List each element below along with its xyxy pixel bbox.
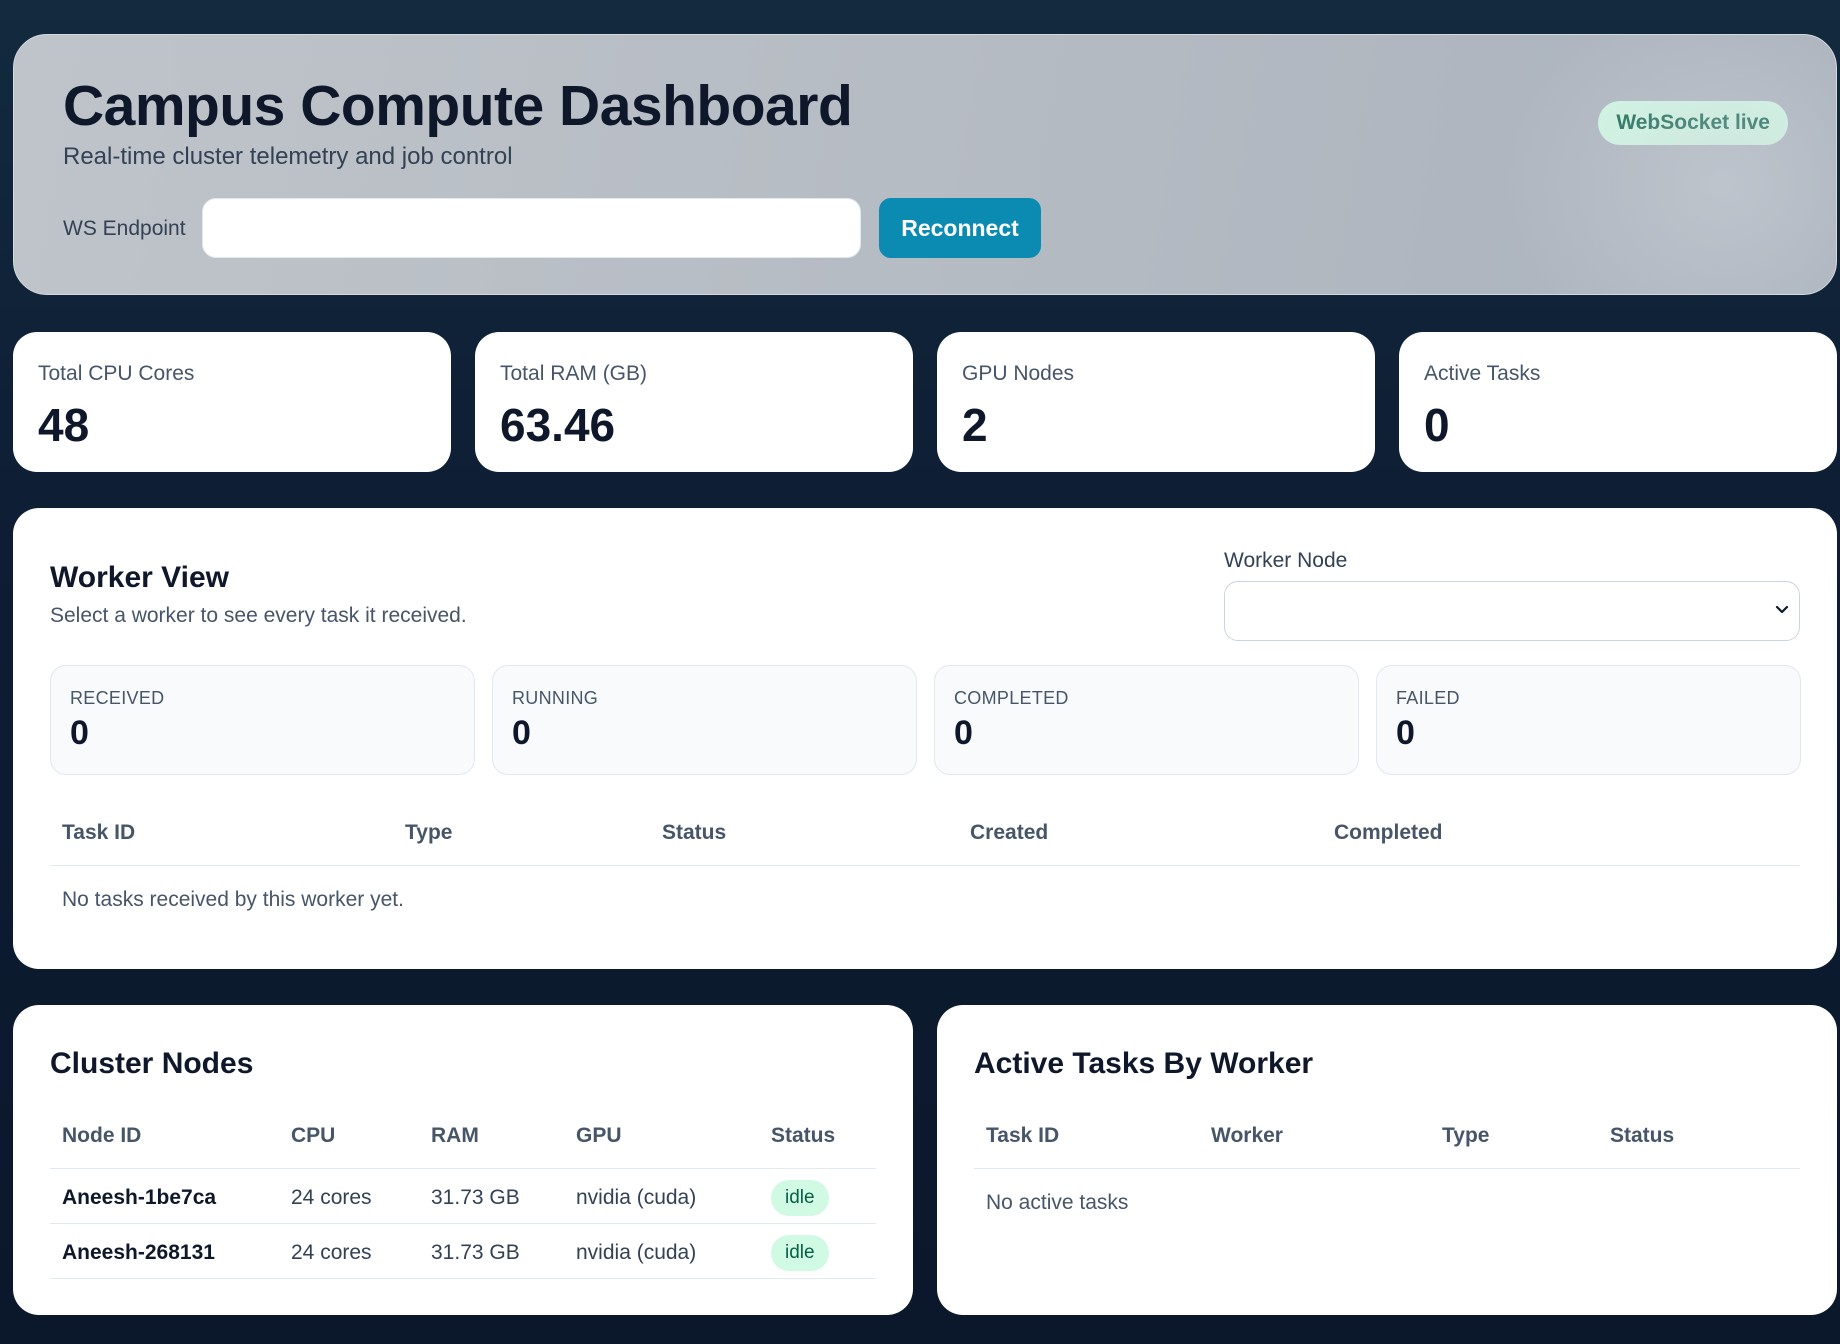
column-header-status: Status (771, 1124, 836, 1147)
table-divider (50, 865, 1800, 866)
worker-view-title: Worker View (50, 561, 229, 594)
counter-received: RECEIVED 0 (50, 665, 475, 775)
websocket-status-badge: WebSocket live (1598, 101, 1788, 145)
stat-card-ram: Total RAM (GB) 63.46 (475, 332, 913, 472)
stat-value: 0 (1424, 399, 1450, 451)
ws-endpoint-label: WS Endpoint (63, 217, 186, 240)
column-header-task-id: Task ID (986, 1124, 1060, 1147)
page-title: Campus Compute Dashboard (63, 74, 853, 138)
cpu-cell: 24 cores (291, 1241, 372, 1264)
counter-value: 0 (70, 714, 89, 752)
stat-card-active-tasks: Active Tasks 0 (1399, 332, 1837, 472)
column-header-type: Type (1442, 1124, 1490, 1147)
stat-card-cpu: Total CPU Cores 48 (13, 332, 451, 472)
column-header-status: Status (662, 821, 727, 844)
stat-card-gpu: GPU Nodes 2 (937, 332, 1375, 472)
column-header-task-id: Task ID (62, 821, 136, 844)
cluster-nodes-title: Cluster Nodes (50, 1047, 254, 1080)
stat-label: GPU Nodes (962, 362, 1075, 385)
worker-node-select[interactable] (1224, 581, 1800, 641)
active-tasks-title: Active Tasks By Worker (974, 1047, 1314, 1080)
header-panel: Campus Compute Dashboard Real-time clust… (13, 34, 1837, 295)
ws-endpoint-input[interactable] (202, 198, 861, 258)
worker-tasks-empty: No tasks received by this worker yet. (62, 888, 404, 911)
column-header-worker: Worker (1211, 1124, 1283, 1147)
counter-running: RUNNING 0 (492, 665, 917, 775)
ram-cell: 31.73 GB (431, 1186, 520, 1209)
stat-label: Total CPU Cores (38, 362, 195, 385)
gpu-cell: nvidia (cuda) (576, 1241, 697, 1264)
stat-value: 63.46 (500, 399, 616, 451)
table-divider (50, 1278, 876, 1279)
counter-label: RUNNING (512, 688, 599, 708)
table-divider (974, 1168, 1800, 1169)
counter-value: 0 (954, 714, 973, 752)
cpu-cell: 24 cores (291, 1186, 372, 1209)
worker-node-label: Worker Node (1224, 549, 1348, 572)
status-badge: idle (771, 1235, 829, 1271)
reconnect-button[interactable]: Reconnect (879, 198, 1041, 258)
column-header-created: Created (970, 821, 1049, 844)
stat-label: Total RAM (GB) (500, 362, 648, 385)
column-header-node-id: Node ID (62, 1124, 142, 1147)
ram-cell: 31.73 GB (431, 1241, 520, 1264)
counter-value: 0 (1396, 714, 1415, 752)
table-divider (50, 1168, 876, 1169)
status-badge: idle (771, 1180, 829, 1216)
table-divider (50, 1223, 876, 1224)
counter-label: FAILED (1396, 688, 1460, 708)
active-tasks-empty: No active tasks (986, 1191, 1129, 1214)
node-id-cell: Aneesh-268131 (62, 1241, 215, 1264)
stat-value: 48 (38, 399, 90, 451)
worker-view-subtitle: Select a worker to see every task it rec… (50, 604, 467, 627)
column-header-status: Status (1610, 1124, 1675, 1147)
column-header-completed: Completed (1334, 821, 1443, 844)
counter-completed: COMPLETED 0 (934, 665, 1359, 775)
stat-label: Active Tasks (1424, 362, 1541, 385)
counter-label: COMPLETED (954, 688, 1069, 708)
column-header-cpu: CPU (291, 1124, 336, 1147)
node-id-cell: Aneesh-1be7ca (62, 1186, 217, 1209)
stat-value: 2 (962, 399, 988, 451)
counter-failed: FAILED 0 (1376, 665, 1801, 775)
gpu-cell: nvidia (cuda) (576, 1186, 697, 1209)
column-header-gpu: GPU (576, 1124, 622, 1147)
chevron-down-icon (1775, 605, 1789, 614)
counter-value: 0 (512, 714, 531, 752)
column-header-type: Type (405, 821, 453, 844)
column-header-ram: RAM (431, 1124, 479, 1147)
counter-label: RECEIVED (70, 688, 165, 708)
page-subtitle: Real-time cluster telemetry and job cont… (63, 143, 513, 170)
